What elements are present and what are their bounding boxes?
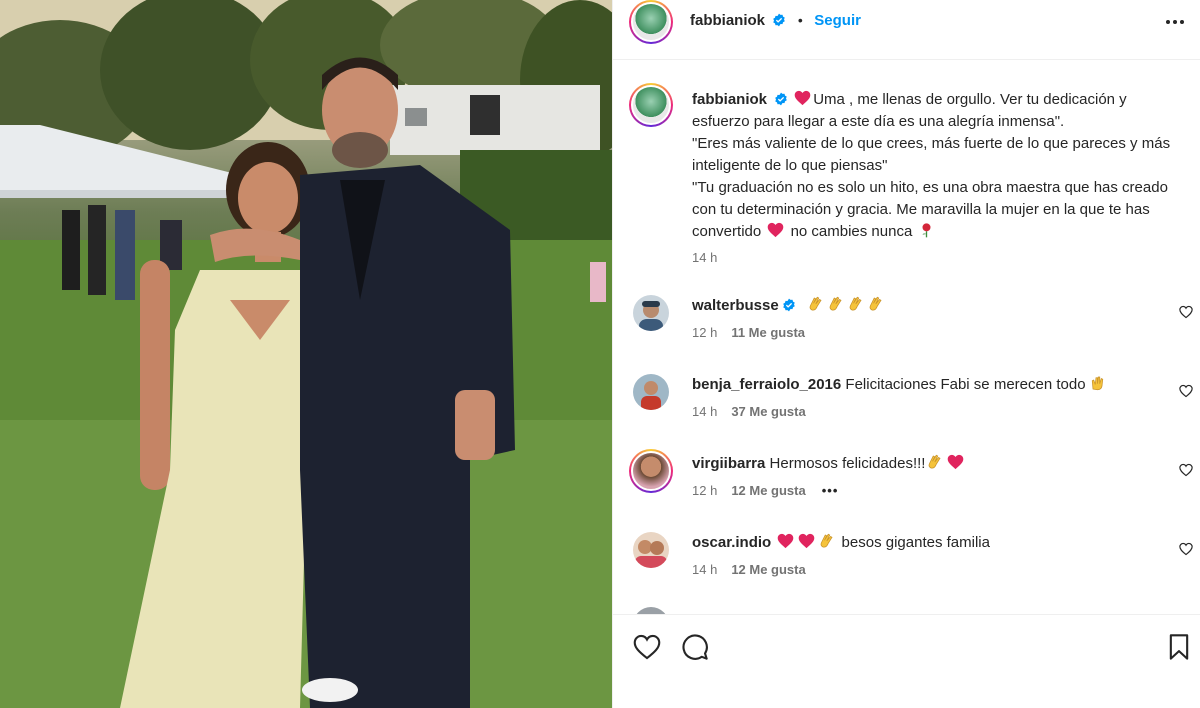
comment-time[interactable]: 14 h [692,404,717,419]
bookmark-icon[interactable] [1165,633,1193,661]
comment-text: virgiibarra Hermosos felicidades!!! [692,453,1162,475]
comments-section[interactable]: fabbianiok Uma , me llenas de orgullo. V… [613,61,1200,614]
comment-meta: 14 h 12 Me gusta [692,562,806,577]
clapping-hands-emoji-group [806,296,886,314]
clapping-hands-icon [829,296,842,311]
comment-body: besos gigantes familia [841,534,990,551]
caption-time[interactable]: 14 h [692,247,1182,269]
clapping-hands-icon [869,296,882,311]
clapping-hands-icon [849,296,862,311]
red-heart-emoji-icon [948,454,964,470]
red-heart-emoji-icon [768,222,784,238]
comment-icon[interactable] [681,633,709,661]
caption-paragraph-1: fabbianiok Uma , me llenas de orgullo. V… [692,89,1182,133]
comment-options-icon[interactable]: ••• [822,483,839,498]
commenter-avatar[interactable] [633,532,669,568]
commenter-username[interactable]: benja_ferraiolo_2016 [692,376,841,393]
commenter-username[interactable]: oscar.indio [692,534,771,551]
commenter-avatar[interactable] [629,449,673,493]
comment-item: virgiibarra Hermosos felicidades!!! 12 h… [613,449,1200,523]
comment-time[interactable]: 12 h [692,325,717,340]
verified-badge-icon [773,13,786,27]
comment-likes[interactable]: 12 Me gusta [731,483,805,498]
comment-meta: 12 h 12 Me gusta ••• [692,483,838,498]
clapping-hands-icon [809,296,822,311]
heart-icon[interactable] [1179,305,1193,319]
comment-body: Felicitaciones Fabi se merecen todo [845,376,1086,393]
raising-hands-emoji-icon [1091,376,1103,391]
heart-icon[interactable] [1179,463,1193,477]
commenter-avatar[interactable] [633,374,669,410]
comment-likes[interactable]: 37 Me gusta [731,404,805,419]
post-actions [613,614,1200,708]
red-heart-emoji-icon [794,90,811,106]
header-meta: fabbianiok • Seguir [690,12,861,30]
verified-badge-icon [775,92,787,106]
commenter-avatar[interactable] [633,295,669,331]
verified-badge-icon [782,298,795,312]
comment-likes[interactable]: 12 Me gusta [731,562,805,577]
commenter-username[interactable]: virgiibarra [692,455,765,472]
clapping-hands-icon [821,533,833,548]
more-options-icon[interactable] [1163,10,1187,34]
caption-username[interactable]: fabbianiok [692,91,767,108]
comment-item: walterbusse 12 h 11 Me gusta [613,295,1200,365]
post-caption: fabbianiok Uma , me llenas de orgullo. V… [692,89,1182,269]
comment-time[interactable]: 12 h [692,483,717,498]
post-photo[interactable] [0,0,612,708]
comment-body: Hermosos felicidades!!! [769,455,926,472]
comment-item: benja_ferraiolo_2016 Felicitaciones Fabi… [613,374,1200,444]
heart-icon[interactable] [1179,384,1193,398]
follow-button[interactable]: Seguir [814,12,861,29]
red-heart-emoji-icon [778,533,794,549]
red-heart-emoji-icon [799,533,815,549]
post-header: fabbianiok • Seguir [613,0,1200,60]
comment-meta: 12 h 11 Me gusta [692,325,805,340]
heart-icon[interactable] [633,633,661,661]
separator-dot: • [797,12,803,28]
author-username[interactable]: fabbianiok [690,12,765,29]
caption-avatar[interactable] [629,83,673,127]
post-panel: fabbianiok • Seguir fabbianiok Uma , me … [612,0,1200,708]
rose-emoji-icon [922,223,931,238]
caption-text-2: "Eres más valiente de lo que crees, más … [692,135,1171,174]
comment-likes[interactable]: 11 Me gusta [731,325,805,340]
heart-icon[interactable] [1179,542,1193,556]
photo-illustration [0,0,612,708]
comment-text: oscar.indio besos gigantes familia [692,532,1162,554]
comment-time[interactable]: 14 h [692,562,717,577]
comment-meta: 14 h 37 Me gusta [692,404,806,419]
commenter-username[interactable]: walterbusse [692,297,779,314]
clapping-hands-icon [929,454,941,469]
commenter-avatar-partial[interactable] [633,607,669,614]
comment-item: oscar.indio besos gigantes familia 14 h1… [613,532,1200,602]
comment-text: walterbusse [692,295,1162,317]
caption-paragraph-3: "Tu graduación no es solo un hito, es un… [692,177,1182,243]
author-avatar[interactable] [629,0,673,44]
caption-text-3b: no cambies nunca [790,223,913,240]
comment-text: benja_ferraiolo_2016 Felicitaciones Fabi… [692,374,1162,396]
